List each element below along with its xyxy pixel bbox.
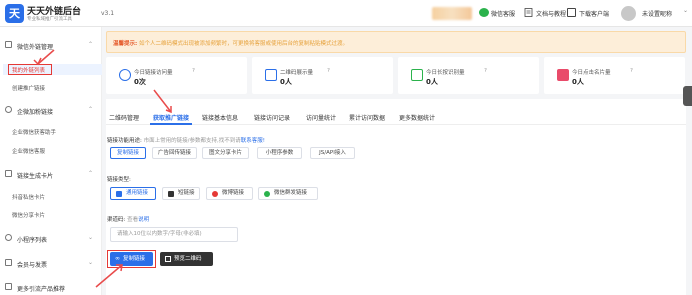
arrow-to-tab	[153, 89, 172, 113]
arrow-to-copy	[95, 264, 123, 288]
arrow-to-sidebar	[37, 49, 55, 65]
annotation-arrows	[33, 49, 172, 288]
